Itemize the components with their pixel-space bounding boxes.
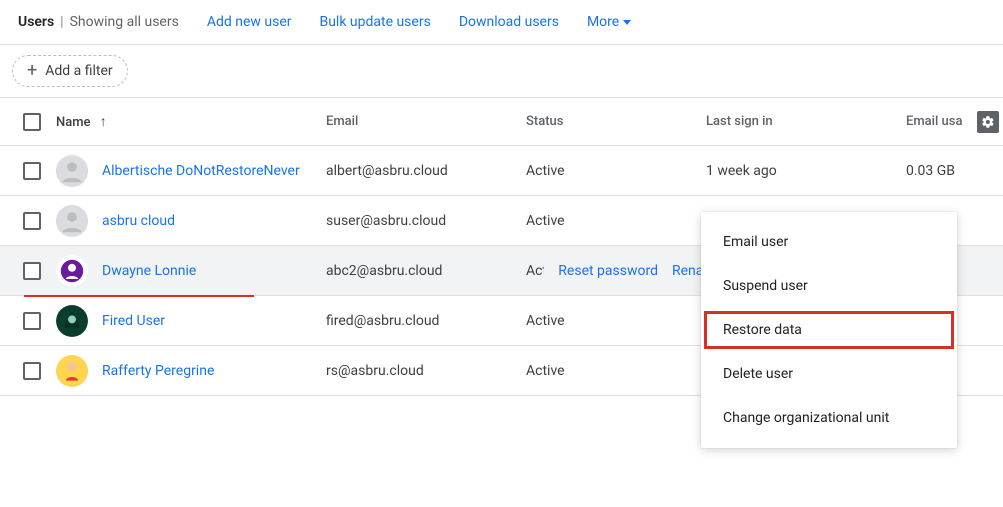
row-checkbox[interactable] <box>23 262 41 280</box>
name-cell: Albertische DoNotRestoreNever <box>56 155 326 187</box>
plus-icon: + <box>27 64 37 78</box>
avatar <box>56 255 88 287</box>
user-name-link[interactable]: Fired User <box>102 313 165 329</box>
menu-item-suspend-user[interactable]: Suspend user <box>701 264 957 308</box>
column-name-label: Name <box>56 115 91 130</box>
caret-down-icon <box>623 20 631 25</box>
select-all-cell <box>8 113 56 131</box>
status-cell: Active <box>526 313 706 329</box>
signin-cell: 1 week ago <box>706 163 906 179</box>
user-name-link[interactable]: asbru cloud <box>102 213 175 229</box>
status-cell: Active <box>526 213 706 229</box>
context-menu: Email userSuspend userRestore dataDelete… <box>701 212 957 448</box>
select-all-checkbox[interactable] <box>23 113 41 131</box>
name-cell: Fired User <box>56 305 326 337</box>
status-text: Active <box>526 263 544 279</box>
add-filter-chip[interactable]: + Add a filter <box>12 55 128 87</box>
row-check-cell <box>8 162 56 180</box>
row-checkbox[interactable] <box>23 362 41 380</box>
table-row[interactable]: Albertische DoNotRestoreNever albert@asbr… <box>0 146 1003 196</box>
status-cell: Active <box>526 363 706 379</box>
filter-bar: + Add a filter <box>0 45 1003 98</box>
row-checkbox[interactable] <box>23 212 41 230</box>
title-separator: | <box>60 14 63 30</box>
email-cell: abc2@asbru.cloud <box>326 263 526 279</box>
toolbar: Users | Showing all users Add new user B… <box>0 0 1003 45</box>
column-name[interactable]: Name ↑ <box>56 113 326 130</box>
user-name-link[interactable]: Albertische DoNotRestoreNever <box>102 163 300 179</box>
reset-password-link[interactable]: Reset password <box>558 263 658 279</box>
table-header: Name ↑ Email Status Last sign in Email u… <box>0 98 1003 146</box>
bulk-update-link[interactable]: Bulk update users <box>319 14 430 30</box>
row-check-cell <box>8 362 56 380</box>
page-subtitle: Showing all users <box>70 14 179 30</box>
row-check-cell <box>8 312 56 330</box>
menu-item-restore-data[interactable]: Restore data <box>701 308 957 352</box>
page-title: Users <box>18 14 54 30</box>
column-usage-label: Email usage <box>906 114 962 129</box>
gear-icon[interactable] <box>977 111 999 133</box>
menu-item-change-organizational-unit[interactable]: Change organizational unit <box>701 396 957 440</box>
user-name-link[interactable]: Rafferty Peregrine <box>102 363 214 379</box>
avatar <box>56 355 88 387</box>
row-check-cell <box>8 212 56 230</box>
avatar <box>56 305 88 337</box>
name-cell: Dwayne Lonnie <box>56 255 326 287</box>
more-link[interactable]: More <box>587 14 631 30</box>
status-cell: ActiveReset passwordRename user <box>526 263 706 279</box>
download-users-link[interactable]: Download users <box>459 14 559 30</box>
more-label: More <box>587 14 619 30</box>
column-status[interactable]: Status <box>526 114 706 129</box>
add-filter-label: Add a filter <box>45 63 112 79</box>
avatar <box>56 155 88 187</box>
usage-cell: 0.03 GB <box>906 163 1003 179</box>
menu-item-delete-user[interactable]: Delete user <box>701 352 957 396</box>
column-signin[interactable]: Last sign in <box>706 114 906 129</box>
column-email[interactable]: Email <box>326 114 526 129</box>
name-cell: asbru cloud <box>56 205 326 237</box>
menu-item-email-user[interactable]: Email user <box>701 220 957 264</box>
name-cell: Rafferty Peregrine <box>56 355 326 387</box>
row-check-cell <box>8 262 56 280</box>
row-checkbox[interactable] <box>23 162 41 180</box>
add-user-link[interactable]: Add new user <box>207 14 292 30</box>
email-cell: albert@asbru.cloud <box>326 163 526 179</box>
row-checkbox[interactable] <box>23 312 41 330</box>
email-cell: fired@asbru.cloud <box>326 313 526 329</box>
email-cell: suser@asbru.cloud <box>326 213 526 229</box>
highlight-underline <box>24 295 254 297</box>
avatar <box>56 205 88 237</box>
column-usage[interactable]: Email usage <box>906 111 1003 133</box>
user-name-link[interactable]: Dwayne Lonnie <box>102 263 196 279</box>
sort-up-icon: ↑ <box>100 114 107 130</box>
status-cell: Active <box>526 163 706 179</box>
email-cell: rs@asbru.cloud <box>326 363 526 379</box>
title-area: Users | Showing all users <box>18 14 179 30</box>
